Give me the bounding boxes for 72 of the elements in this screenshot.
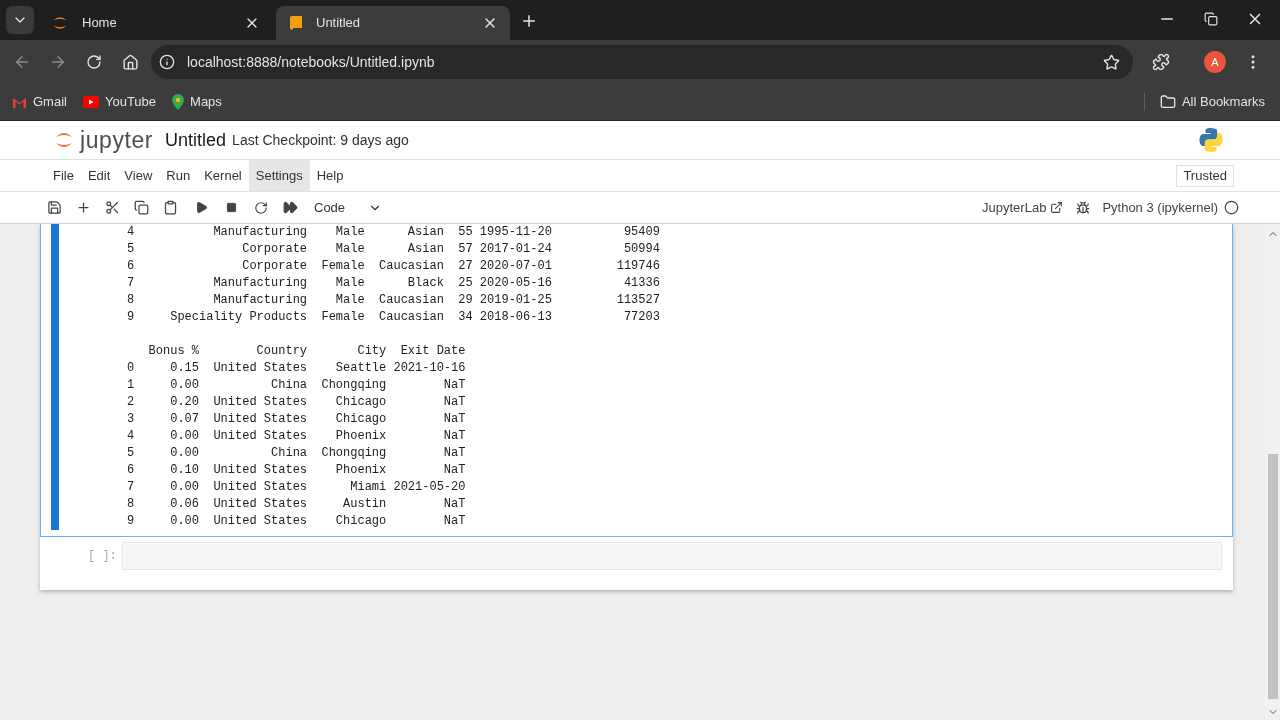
info-icon[interactable] xyxy=(159,54,175,70)
output-line: 4 Manufacturing Male Asian 55 1995-11-20 95409 xyxy=(127,224,660,241)
bookmark-link[interactable]: Maps xyxy=(172,92,222,112)
address-bar[interactable]: localhost:8888/notebooks/Untitled.ipynb xyxy=(151,45,1133,79)
new-tab-icon[interactable] xyxy=(520,12,538,30)
profile-avatar[interactable]: A xyxy=(1204,51,1226,73)
tab-title: Untitled xyxy=(316,14,362,33)
browser-tab[interactable]: Untitled xyxy=(276,6,510,40)
folder-icon xyxy=(1159,94,1176,110)
forward-icon[interactable] xyxy=(49,53,67,71)
kernel-name[interactable]: Python 3 (ipykernel) xyxy=(1102,197,1218,218)
stop-icon[interactable] xyxy=(226,202,237,213)
tab-title: Home xyxy=(82,14,118,33)
menu-item[interactable]: Run xyxy=(159,160,198,191)
bug-icon[interactable] xyxy=(1076,200,1091,215)
jupyter-wordmark: jupyter xyxy=(80,125,154,155)
back-icon[interactable] xyxy=(13,53,31,71)
output-line: 7 Manufacturing Male Black 25 2020-05-16 41336 xyxy=(127,275,660,292)
output-line: 2 0.20 United States Chicago NaT xyxy=(127,394,467,411)
home-icon[interactable] xyxy=(122,53,139,71)
output-line: Bonus % Country City Exit Date xyxy=(147,343,467,360)
mail-icon xyxy=(12,96,27,108)
output-line: 1 0.00 China Chongqing NaT xyxy=(127,377,467,394)
tab-list-button[interactable] xyxy=(6,6,34,34)
menu-item[interactable]: Kernel xyxy=(197,160,249,191)
trusted-indicator[interactable]: Trusted xyxy=(1176,164,1234,187)
cut-icon[interactable] xyxy=(105,200,120,215)
jupyterlab-link[interactable]: JupyterLab xyxy=(982,197,1064,218)
checkpoint-text: Last Checkpoint: 9 days ago xyxy=(232,130,409,150)
notebook-title[interactable]: Untitled xyxy=(165,126,227,154)
output-line: 5 0.00 China Chongqing NaT xyxy=(127,445,467,462)
output-line: 8 0.06 United States Austin NaT xyxy=(127,496,467,513)
paste-icon[interactable] xyxy=(163,200,178,215)
cell-type-dropdown[interactable]: Code xyxy=(308,195,388,220)
output-line: 0 0.15 United States Seattle 2021-10-16 xyxy=(127,360,467,377)
browser-tab[interactable]: Home xyxy=(38,6,272,40)
book-icon xyxy=(288,15,304,31)
all-bookmarks-link[interactable]: All Bookmarks xyxy=(1159,92,1265,112)
cell-prompt: [ ]: xyxy=(88,548,118,565)
bookmark-star-icon[interactable] xyxy=(1103,53,1120,71)
output-line: 9 Speciality Products Female Caucasian 34 2018-06-13 77203 xyxy=(127,309,660,326)
bookmark-link[interactable]: Gmail xyxy=(12,92,67,112)
bookmark-link[interactable]: YouTube xyxy=(82,92,157,112)
output-line: 6 0.10 United States Phoenix NaT xyxy=(127,462,467,479)
play-icon xyxy=(82,96,99,108)
output-line: 6 Corporate Female Caucasian 27 2020-07-01 119746 xyxy=(127,258,660,275)
restore-icon[interactable] xyxy=(1204,12,1218,26)
menu-item[interactable]: Edit xyxy=(80,160,118,191)
output-line: 8 Manufacturing Male Caucasian 29 2019-01-25 113527 xyxy=(127,292,660,309)
map-pin-icon xyxy=(172,94,185,110)
run-all-icon[interactable] xyxy=(283,200,298,215)
url-text: localhost:8888/notebooks/Untitled.ipynb xyxy=(187,52,436,72)
extensions-icon[interactable] xyxy=(1152,53,1170,71)
restart-icon[interactable] xyxy=(254,200,268,215)
add-cell-icon[interactable] xyxy=(76,200,91,215)
external-link-icon xyxy=(1050,201,1064,214)
save-icon[interactable] xyxy=(47,200,62,215)
run-icon[interactable] xyxy=(195,201,208,214)
scrollbar-thumb[interactable] xyxy=(1267,454,1278,699)
copy-icon[interactable] xyxy=(134,200,149,215)
output-line: 4 0.00 United States Phoenix NaT xyxy=(127,428,467,445)
output-line: 3 0.07 United States Chicago NaT xyxy=(127,411,467,428)
menu-item[interactable]: View xyxy=(117,160,160,191)
output-line: 5 Corporate Male Asian 57 2017-01-24 50994 xyxy=(127,241,660,258)
menu-item[interactable]: Help xyxy=(309,160,351,191)
menu-item[interactable]: Settings xyxy=(248,160,310,191)
output-line: 7 0.00 United States Miami 2021-05-20 xyxy=(127,479,467,496)
python-logo-icon xyxy=(1198,127,1224,153)
menu-item[interactable]: File xyxy=(46,160,81,191)
kernel-status-icon xyxy=(1224,200,1239,215)
output-line: 9 0.00 United States Chicago NaT xyxy=(127,513,467,530)
reload-icon[interactable] xyxy=(86,54,102,70)
